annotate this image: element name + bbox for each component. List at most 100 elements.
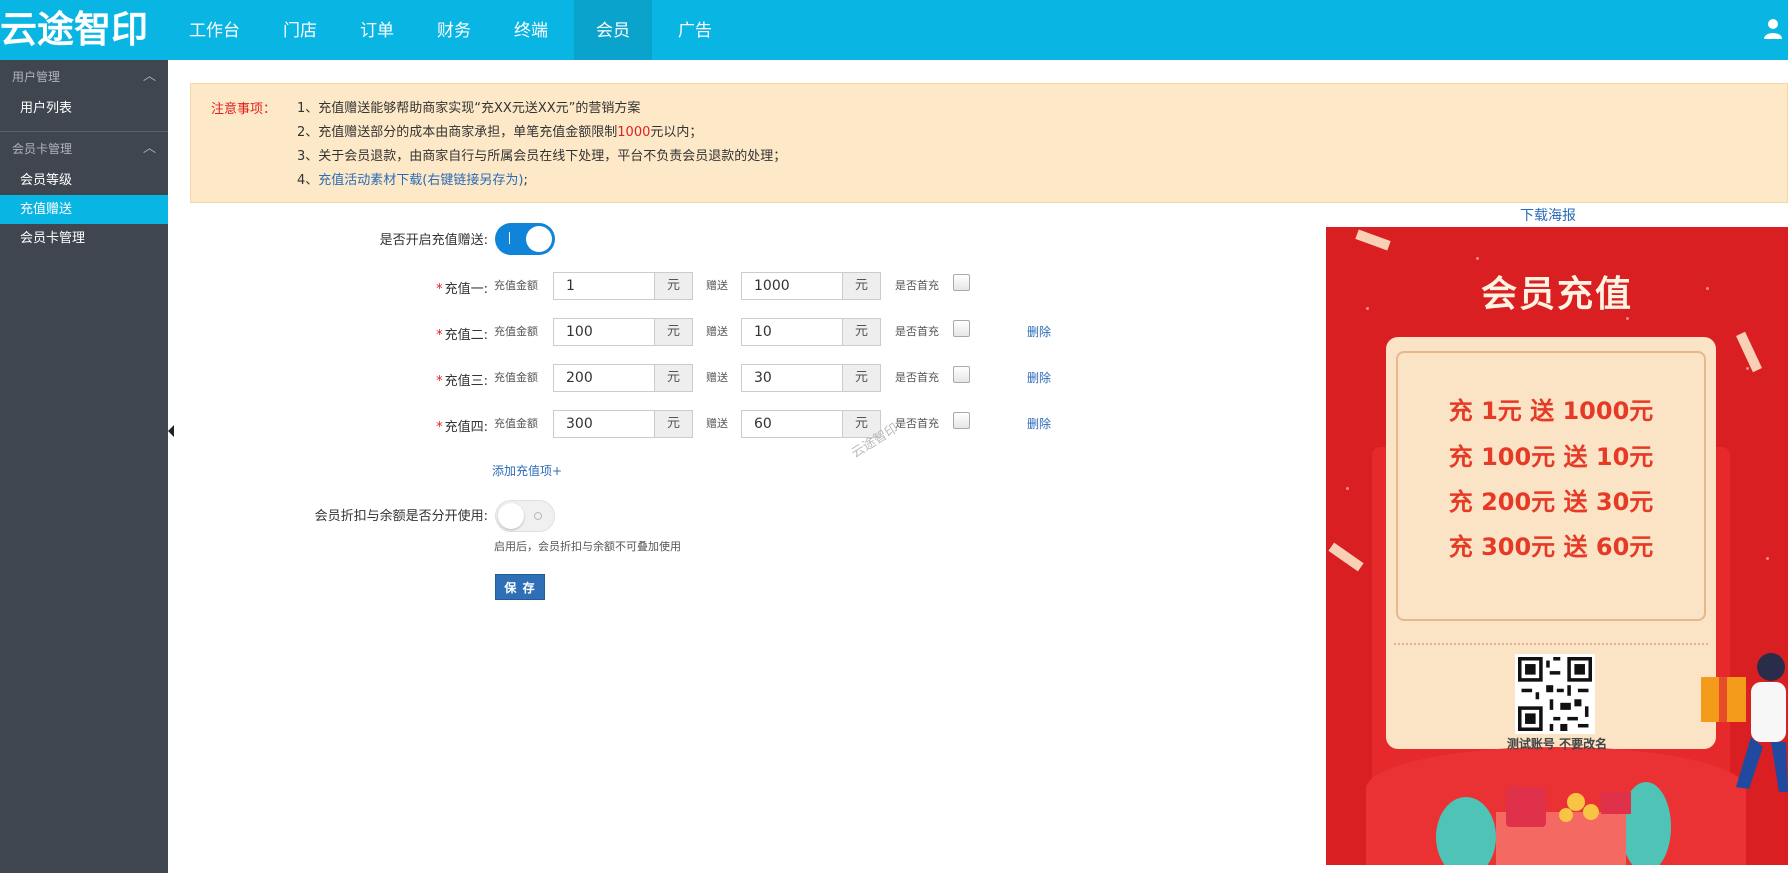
nav-item-ads[interactable]: 广告: [661, 0, 729, 60]
nav-item-finance[interactable]: 财务: [420, 0, 488, 60]
sidebar-item-recharge-bonus[interactable]: 充值赠送: [0, 195, 168, 224]
add-recharge-item-link[interactable]: 添加充值项+: [492, 462, 562, 479]
split-usage-label: 会员折扣与余额是否分开使用:: [314, 509, 488, 524]
gift-label: 赠送: [706, 417, 728, 430]
poster-divider: [1394, 643, 1708, 645]
recharge-2-amount-input[interactable]: [554, 319, 654, 345]
amount-label: 充值金额: [494, 371, 538, 384]
recharge-1-gift-group: 元: [741, 272, 881, 300]
download-poster-link[interactable]: 下载海报: [1520, 205, 1576, 225]
user-icon[interactable]: [1764, 18, 1782, 40]
material-download-link[interactable]: 充值活动素材下载(右键链接另存为): [318, 173, 523, 188]
toggle-knob: [526, 226, 552, 252]
nav-item-orders[interactable]: 订单: [343, 0, 411, 60]
recharge-4-amount-input[interactable]: [554, 411, 654, 437]
notice-line-2: 2、充值赠送部分的成本由商家承担，单笔充值金额限制1000元以内；: [297, 125, 703, 140]
notice-label: 注意事项：: [211, 102, 277, 117]
recharge-2-gift-group: 元: [741, 318, 881, 346]
recharge-2-amount-group: 元: [553, 318, 693, 346]
sidebar-group-user-management[interactable]: 用户管理 ︿: [0, 60, 168, 94]
nav-item-stores[interactable]: 门店: [266, 0, 334, 60]
sidebar-item-user-list[interactable]: 用户列表: [0, 94, 168, 123]
poster-offer-1: 充 1元 送 1000元: [1448, 397, 1654, 425]
notice-line-4: 4、充值活动素材下载(右键链接另存为);: [297, 173, 528, 188]
red-envelope-coins-illustration-icon: [1436, 782, 1671, 865]
first-recharge-label: 是否首充: [895, 279, 939, 292]
recharge-row-4-label: * 充值四:: [436, 420, 488, 435]
qr-code-icon: [1515, 654, 1595, 734]
recharge-row-3-label: * 充值三:: [436, 374, 488, 389]
toggle-on-mark: [509, 232, 510, 244]
save-button[interactable]: 保 存: [495, 574, 545, 600]
nav-item-terminals[interactable]: 终端: [497, 0, 565, 60]
poster-offer-4: 充 300元 送 60元: [1448, 533, 1654, 561]
app-logo[interactable]: 云途智印: [0, 6, 172, 54]
amount-label: 充值金额: [494, 279, 538, 292]
unit-addon: 元: [654, 319, 692, 345]
unit-addon: 元: [654, 411, 692, 437]
unit-addon: 元: [654, 273, 692, 299]
recharge-3-gift-input[interactable]: [742, 365, 842, 391]
recharge-1-amount-group: 元: [553, 272, 693, 300]
sidebar-group-label: 用户管理: [12, 70, 61, 84]
recharge-1-first-checkbox[interactable]: [953, 274, 970, 291]
main-nav: 工作台 门店 订单 财务 终端 会员 广告: [172, 0, 729, 60]
recharge-2-gift-input[interactable]: [742, 319, 842, 345]
recharge-4-first-checkbox[interactable]: [953, 412, 970, 429]
sidebar-item-member-cards[interactable]: 会员卡管理: [0, 224, 168, 253]
gift-label: 赠送: [706, 371, 728, 384]
first-recharge-label: 是否首充: [895, 417, 939, 430]
chevron-up-icon: ︿: [142, 69, 156, 84]
unit-addon: 元: [654, 365, 692, 391]
recharge-3-amount-group: 元: [553, 364, 693, 392]
nav-item-workbench[interactable]: 工作台: [172, 0, 257, 60]
recharge-1-amount-input[interactable]: [554, 273, 654, 299]
sidebar-group-label: 会员卡管理: [12, 142, 73, 156]
sidebar-item-member-levels[interactable]: 会员等级: [0, 166, 168, 195]
poster-offer-3: 充 200元 送 30元: [1448, 488, 1654, 516]
recharge-2-first-checkbox[interactable]: [953, 320, 970, 337]
notice-box: 注意事项： 1、充值赠送能够帮助商家实现“充XX元送XX元”的营销方案 2、充值…: [190, 83, 1788, 203]
amount-label: 充值金额: [494, 417, 538, 430]
poster-card-frame: 充 1元 送 1000元 充 100元 送 10元 充 200元 送 30元 充…: [1396, 351, 1706, 621]
unit-addon: 元: [842, 319, 880, 345]
unit-addon: 元: [842, 273, 880, 299]
notice-lines: 1、充值赠送能够帮助商家实现“充XX元送XX元”的营销方案 2、充值赠送部分的成…: [297, 97, 786, 193]
first-recharge-label: 是否首充: [895, 325, 939, 338]
notice-line-1: 1、充值赠送能够帮助商家实现“充XX元送XX元”的营销方案: [297, 101, 641, 116]
recharge-3-first-checkbox[interactable]: [953, 366, 970, 383]
recharge-poster-image: 会员充值 充 1元 送 1000元 充 100元 送 10元 充 200元 送 …: [1326, 227, 1788, 865]
top-bar: 云途智印 工作台 门店 订单 财务 终端 会员 广告: [0, 0, 1788, 60]
poster-title: 会员充值: [1480, 274, 1633, 315]
recharge-3-gift-group: 元: [741, 364, 881, 392]
split-usage-toggle[interactable]: [495, 500, 555, 532]
notice-line-3: 3、关于会员退款，由商家自行与所属会员在线下处理，平台不负责会员退款的处理；: [297, 149, 787, 164]
nav-item-members[interactable]: 会员: [574, 0, 652, 60]
recharge-4-gift-input[interactable]: [742, 411, 842, 437]
recharge-4-gift-group: 元: [741, 410, 881, 438]
unit-addon: 元: [842, 365, 880, 391]
recharge-1-gift-input[interactable]: [742, 273, 842, 299]
enable-recharge-label: 是否开启充值赠送:: [379, 233, 488, 248]
amount-label: 充值金额: [494, 325, 538, 338]
recharge-row-1-label: * 充值一:: [436, 282, 488, 297]
sidebar: 用户管理 ︿ 用户列表 会员卡管理 ︿ 会员等级 充值赠送 会员卡管理: [0, 60, 168, 873]
recharge-2-delete-link[interactable]: 删除: [1027, 323, 1051, 340]
recharge-4-amount-group: 元: [553, 410, 693, 438]
sidebar-collapse-icon[interactable]: [168, 425, 174, 437]
gift-person-illustration-icon: [1701, 653, 1788, 792]
split-usage-hint: 启用后，会员折扣与余额不可叠加使用: [494, 540, 681, 553]
gift-label: 赠送: [706, 325, 728, 338]
recharge-row-2-label: * 充值二:: [436, 328, 488, 343]
limit-amount: 1000: [617, 125, 651, 140]
toggle-knob: [498, 503, 524, 529]
poster-offer-2: 充 100元 送 10元: [1448, 443, 1654, 471]
gift-label: 赠送: [706, 279, 728, 292]
recharge-4-delete-link[interactable]: 删除: [1027, 415, 1051, 432]
recharge-3-amount-input[interactable]: [554, 365, 654, 391]
first-recharge-label: 是否首充: [895, 371, 939, 384]
recharge-3-delete-link[interactable]: 删除: [1027, 369, 1051, 386]
chevron-up-icon: ︿: [142, 141, 156, 156]
enable-recharge-toggle[interactable]: [495, 223, 555, 255]
sidebar-group-member-card-management[interactable]: 会员卡管理 ︿: [0, 132, 168, 166]
